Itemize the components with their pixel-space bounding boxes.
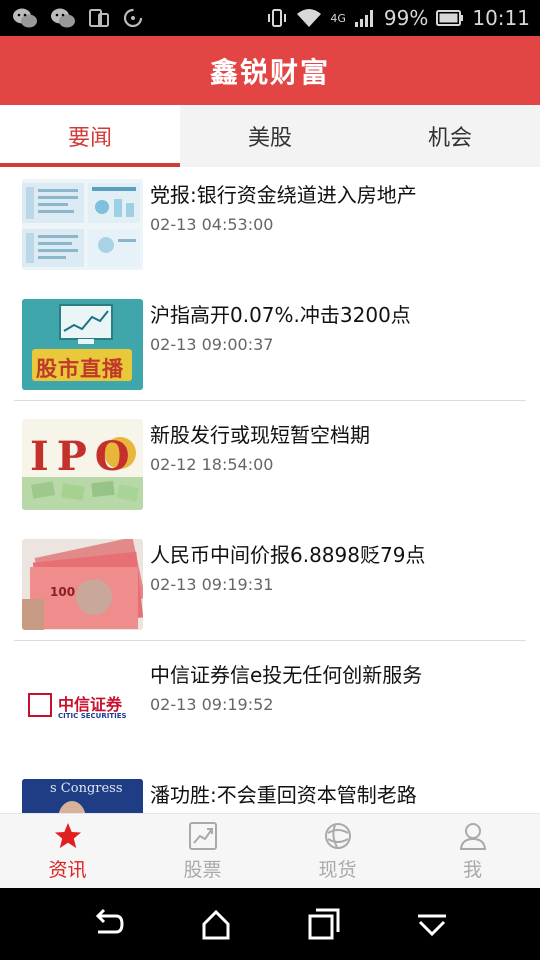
wifi-icon xyxy=(297,9,322,27)
star-icon xyxy=(54,823,81,848)
spot-goods-icon xyxy=(324,823,351,849)
nav-news[interactable]: 资讯 xyxy=(0,814,135,889)
list-item[interactable]: 中信证券 CITIC SECURITIES 中信证券信e投无任何创新服务 02-… xyxy=(0,647,540,767)
battery-percent: 99% xyxy=(383,6,429,30)
stock-chart-icon xyxy=(188,822,217,850)
clock: 10:11 xyxy=(472,6,530,30)
nav-label: 股票 xyxy=(183,859,222,881)
news-title: 党报:银行资金绕道进入房地产 xyxy=(150,183,417,207)
tab-us-stocks[interactable]: 美股 xyxy=(180,105,360,167)
news-thumbnail: s Congress xyxy=(22,779,143,813)
news-time: 02-13 09:19:52 xyxy=(150,695,274,714)
network-type: 4G xyxy=(330,11,346,25)
notification-icons xyxy=(12,6,144,30)
tab-label: 机会 xyxy=(427,126,472,151)
vibrate-icon xyxy=(268,9,287,27)
thumbnail-caption: 100 xyxy=(50,585,76,599)
news-time: 02-13 04:53:00 xyxy=(150,215,274,234)
wechat-icon xyxy=(51,8,75,28)
news-title: 中信证券信e投无任何创新服务 xyxy=(150,663,423,687)
status-bar: 4G 99% 10:11 xyxy=(0,0,540,36)
nav-label: 资讯 xyxy=(48,859,87,881)
list-item[interactable]: 股市直播 沪指高开0.07%.冲击3200点 02-13 09:00:37 xyxy=(0,287,540,407)
bottom-nav: 资讯 股票 现货 我 xyxy=(0,813,540,889)
news-thumbnail: 中信证券 CITIC SECURITIES xyxy=(22,659,143,750)
thumbnail-caption: IPO xyxy=(30,433,138,480)
user-icon xyxy=(459,823,486,850)
tab-label: 美股 xyxy=(247,126,292,151)
list-item[interactable]: 100 人民币中间价报6.8898贬79点 02-13 09:19:31 xyxy=(0,527,540,647)
system-nav-bar xyxy=(0,888,540,960)
divider xyxy=(14,640,526,641)
thumbnail-caption: 股市直播 xyxy=(36,357,124,381)
news-thumbnail xyxy=(22,179,143,270)
nav-me[interactable]: 我 xyxy=(405,814,540,889)
nav-spot[interactable]: 现货 xyxy=(270,814,405,889)
wechat-icon xyxy=(13,8,37,28)
news-title: 沪指高开0.07%.冲击3200点 xyxy=(150,303,411,327)
app-header: 鑫锐财富 xyxy=(0,36,540,105)
news-time: 02-13 09:19:31 xyxy=(150,575,274,594)
back-icon[interactable] xyxy=(90,906,126,942)
tab-label: 要闻 xyxy=(67,126,112,151)
sync-icon xyxy=(123,8,143,28)
hide-keyboard-icon[interactable] xyxy=(414,906,450,942)
news-time: 02-12 18:54:00 xyxy=(150,455,274,474)
logo-text-en: CITIC SECURITIES xyxy=(58,712,127,720)
news-title: 人民币中间价报6.8898贬79点 xyxy=(150,543,426,567)
nav-label: 我 xyxy=(462,859,482,881)
battery-icon xyxy=(436,10,464,26)
divider xyxy=(14,400,526,401)
list-item[interactable]: s Congress 潘功胜:不会重回资本管制老路 xyxy=(0,767,540,813)
news-list[interactable]: 党报:银行资金绕道进入房地产 02-13 04:53:00 股市直播 沪指高开0… xyxy=(0,167,540,813)
news-thumbnail: 100 xyxy=(22,539,143,630)
nav-label: 现货 xyxy=(318,859,357,881)
news-title: 新股发行或现短暂空档期 xyxy=(150,423,370,447)
system-status: 4G 99% 10:11 xyxy=(266,6,530,30)
category-tabs: 要闻 美股 机会 xyxy=(0,105,540,167)
tab-news[interactable]: 要闻 xyxy=(0,105,180,167)
news-time: 02-13 09:00:37 xyxy=(150,335,274,354)
tab-opportunities[interactable]: 机会 xyxy=(360,105,540,167)
home-icon[interactable] xyxy=(198,906,234,942)
screen-rotate-icon xyxy=(89,9,109,27)
news-title: 潘功胜:不会重回资本管制老路 xyxy=(150,783,417,807)
news-thumbnail: IPO xyxy=(22,419,143,510)
list-item[interactable]: IPO 新股发行或现短暂空档期 02-12 18:54:00 xyxy=(0,407,540,527)
nav-stocks[interactable]: 股票 xyxy=(135,814,270,889)
citic-logo xyxy=(28,693,52,717)
thumbnail-caption: s Congress xyxy=(50,781,123,796)
app-title: 鑫锐财富 xyxy=(209,55,330,89)
list-item[interactable]: 党报:银行资金绕道进入房地产 02-13 04:53:00 xyxy=(0,167,540,287)
news-thumbnail: 股市直播 xyxy=(22,299,143,390)
recent-apps-icon[interactable] xyxy=(306,906,342,942)
signal-icon xyxy=(354,10,373,27)
